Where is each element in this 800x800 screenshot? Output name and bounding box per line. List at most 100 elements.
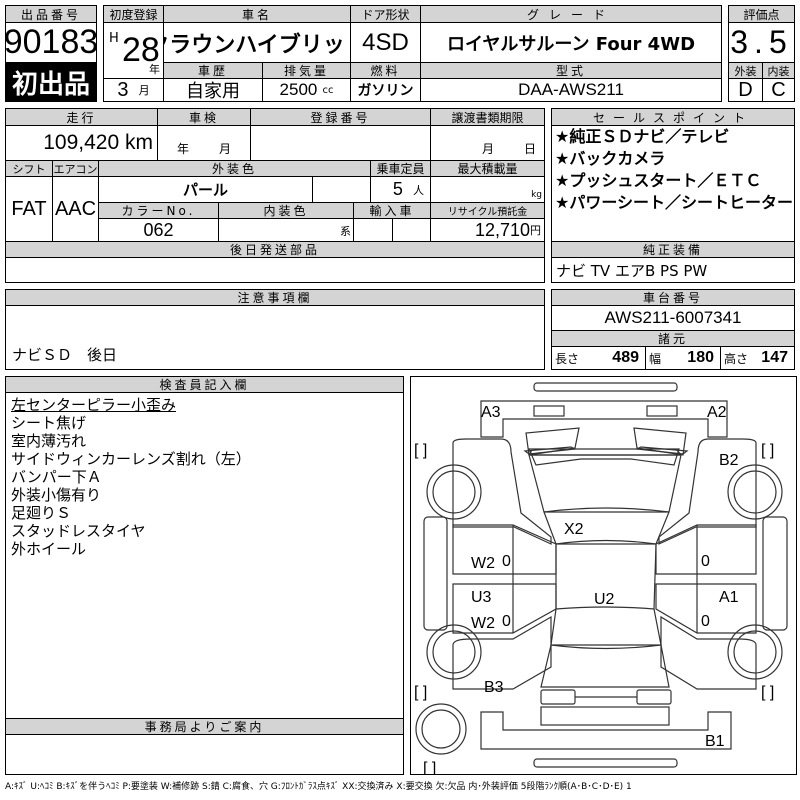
length-label: 長さ (555, 351, 580, 366)
mark-b1: B1 (705, 733, 725, 750)
door-label: ドア形状 (350, 5, 421, 23)
tire-bracket: [ ] (423, 760, 436, 775)
taillight-right (636, 689, 672, 705)
transfer-label: 譲渡書類期限 (430, 108, 545, 126)
mark-a2: A2 (707, 404, 727, 421)
trunk-outline (540, 644, 670, 688)
mark-u3: U3 (471, 589, 492, 606)
aircon-label: エアコン (52, 160, 99, 177)
int-color-label: 内装色 (218, 202, 354, 219)
color-no-label: カラーNo. (98, 202, 219, 219)
year-unit: 年 (149, 63, 160, 76)
hood-outline (528, 454, 682, 513)
front-light-panels (525, 427, 687, 456)
chassis-number: AWS211-6007341 (551, 305, 795, 331)
office-notes (5, 734, 404, 775)
max-load: kg (430, 176, 545, 203)
length-value: 489 (612, 349, 639, 366)
sales-points-label: セールスポイント (551, 108, 795, 126)
int-color: 系 (218, 218, 354, 242)
recycle-label: リサイクル預託金 (430, 202, 545, 219)
year-unit: 年 (176, 142, 189, 156)
mark-w2-front: W2 (471, 555, 495, 572)
tire-bracket: [ ] (761, 684, 774, 701)
model-label: 型式 (420, 62, 722, 79)
int-score: C (762, 78, 795, 102)
later-parts-label: 後日発送部品 (5, 241, 545, 258)
capacity-unit: 人 (413, 183, 424, 197)
inspection-expiry: 年月 (157, 125, 251, 161)
month-unit: 月 (219, 142, 232, 156)
grade: ロイヤルサルーン Four 4WD (420, 22, 722, 63)
score-label: 評価点 (728, 5, 795, 23)
int-score-label: 内装 (762, 62, 795, 79)
import-label: 輸入車 (353, 202, 431, 219)
mileage: 109,420 km (5, 125, 158, 161)
specs-label: 諸元 (551, 330, 795, 347)
shift: FAT (5, 176, 53, 242)
recycle-unit: 円 (530, 224, 541, 237)
score: 3.5 (728, 22, 795, 63)
history: 自家用 (163, 78, 263, 102)
sales-point: ★パワーシート／シートヒーター (555, 193, 794, 212)
notes-label: 注意事項欄 (5, 289, 545, 306)
tire-bracket: [ ] (414, 442, 427, 459)
headlight-right (646, 405, 678, 417)
import-cell-1 (353, 218, 393, 242)
displacement: 2500 cc (262, 78, 351, 102)
door-type: 4SD (350, 22, 421, 63)
chassis-label: 車台番号 (551, 289, 795, 306)
lot-number: 90183 (5, 22, 97, 63)
rear-bumper-outline (480, 711, 732, 750)
auction-sheet: 出品番号 90183 初出品 初度登録 車名 ドア形状 グレード H 28 年 … (0, 0, 800, 800)
grade-label: グレード (420, 5, 722, 23)
displacement-unit: cc (322, 84, 334, 96)
inspection-label: 車検 (157, 108, 251, 126)
ext-color-label: 外装色 (98, 160, 371, 177)
sales-points: ★純正ＳＤナビ／テレビ ★バックカメラ ★プッシュスタート／ＥＴＣ ★パワーシー… (551, 125, 795, 242)
first-reg-label: 初度登録 (103, 5, 164, 23)
recycle-value: 12,710 (474, 219, 530, 240)
damage-diagram: A3 A2 B2 X2 W2 U3 U2 A1 W2 B3 B1 0 0 0 0… (410, 376, 797, 775)
ext-color: パール (98, 176, 313, 203)
mileage-label: 走行 (5, 108, 158, 126)
inspector-line: 足廻りＳ (11, 504, 72, 522)
mark-b3: B3 (484, 679, 504, 696)
notes: ナビＳＤ 後日 (5, 305, 545, 370)
spec-height: 高さ 147 (720, 346, 795, 370)
ext-color-extra (312, 176, 371, 203)
legend: A:ｷｽﾞ U:ﾍｺﾐ B:ｷｽﾞを伴うﾍｺﾐ P:要塗装 W:補修跡 S:錆 … (5, 782, 632, 792)
inspector-line: 外装小傷有り (11, 486, 102, 504)
max-load-label: 最大積載量 (430, 160, 545, 177)
fuel-label: 燃料 (350, 62, 421, 79)
sales-point: ★プッシュスタート／ＥＴＣ (555, 171, 762, 190)
month-unit: 月 (138, 84, 150, 97)
month-unit: 月 (481, 142, 494, 156)
rear-panel (540, 706, 670, 726)
spec-length: 長さ 489 (551, 346, 646, 370)
era: H (109, 31, 119, 46)
aircon: AAC (52, 176, 99, 242)
inspector-line: 外ホイール (11, 540, 87, 558)
height-label: 高さ (724, 351, 749, 366)
ext-score: D (728, 78, 763, 102)
equipment: ナビ TV エアB PS PW (551, 257, 795, 283)
inspector-line: バンパー下Ａ (11, 468, 102, 486)
tire-bracket: [ ] (761, 442, 774, 459)
office-label: 事務局よりご案内 (5, 718, 404, 735)
front-bar-outline (533, 382, 678, 392)
rear-window-outline (550, 608, 662, 646)
fuel: ガソリン (350, 78, 421, 102)
mark-a1: A1 (719, 589, 739, 606)
inspector-line: シート焦げ (11, 414, 87, 432)
mark-x2: X2 (564, 521, 584, 538)
sales-point: ★純正ＳＤナビ／テレビ (555, 127, 730, 146)
history-label: 車歴 (163, 62, 263, 79)
later-parts (5, 257, 545, 283)
plate-number (250, 125, 431, 161)
month: 3 (117, 78, 129, 101)
mark-a3: A3 (481, 404, 501, 421)
grille-outline (523, 446, 689, 455)
import-cell-2 (392, 218, 431, 242)
capacity-label: 乗車定員 (370, 160, 431, 177)
